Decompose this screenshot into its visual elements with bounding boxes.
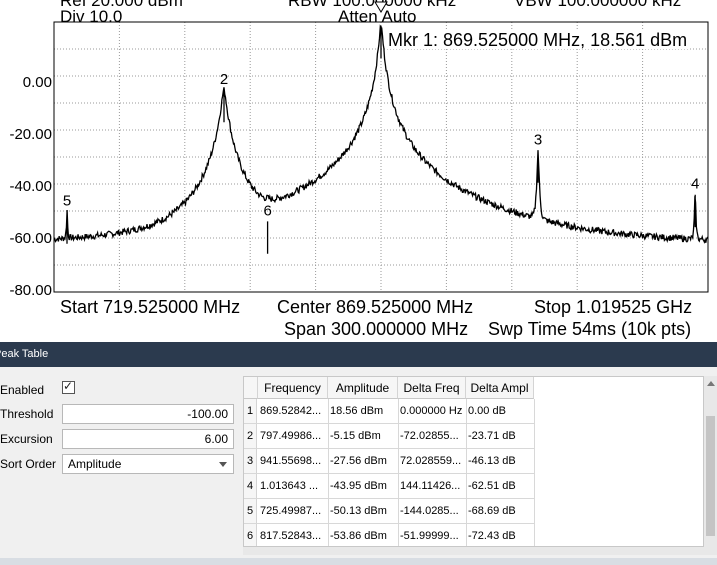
column-divider xyxy=(466,399,467,546)
table-row[interactable]: 2 797.49986... -5.15 dBm -72.02855... -23.71… xyxy=(244,424,534,449)
cell-delta-ampl: -46.13 dB xyxy=(468,455,516,467)
cell-delta-ampl: 0.00 dB xyxy=(468,405,506,417)
cell-delta-freq: -72.02855... xyxy=(400,430,459,442)
peak-marker-label: 6 xyxy=(263,202,271,219)
checkmark-icon: ✓ xyxy=(63,379,74,393)
cell-amplitude: -27.56 dBm xyxy=(330,455,387,467)
peak-marker-label: 3 xyxy=(534,131,542,148)
panel-title-text: Peak Table xyxy=(0,348,49,360)
cell-delta-freq: -51.99999... xyxy=(400,530,459,542)
enabled-checkbox[interactable]: ✓ xyxy=(62,379,75,394)
cell-delta-ampl: -23.71 dB xyxy=(468,430,516,442)
center-freq-label: Center 869.525000 MHz xyxy=(277,297,474,317)
start-freq-label: Start 719.525000 MHz xyxy=(60,297,241,317)
cell-amplitude: -50.13 dBm xyxy=(330,505,387,517)
row-number: 2 xyxy=(244,424,257,449)
y-tick-label: 0.00 xyxy=(22,74,52,91)
stop-freq-label: Stop 1.019525 GHz xyxy=(534,297,693,317)
table-row[interactable]: 5 725.49987... -50.13 dBm -144.0285... -68.6… xyxy=(244,499,534,524)
cell-delta-ampl: -72.43 dB xyxy=(468,530,516,542)
column-divider xyxy=(398,399,399,546)
table-row[interactable]: 6 817.52843... -53.86 dBm -51.99999... -72.4… xyxy=(244,524,534,546)
y-tick-label: -60.00 xyxy=(9,230,52,247)
window-footer xyxy=(0,558,717,565)
marker-1-icon xyxy=(374,1,388,13)
y-tick-label: -40.00 xyxy=(9,178,52,195)
cell-delta-freq: -144.0285... xyxy=(400,505,459,517)
column-divider xyxy=(328,399,329,546)
sort-order-label: Sort Order xyxy=(0,457,57,471)
sort-order-value: Amplitude xyxy=(68,457,122,471)
chevron-down-icon xyxy=(219,462,227,467)
row-number: 3 xyxy=(244,449,257,474)
enabled-label: Enabled xyxy=(0,383,45,397)
table-vertical-scrollbar[interactable] xyxy=(704,376,717,547)
cell-delta-freq: 0.000000 Hz xyxy=(400,405,463,417)
marker-readout: Mkr 1: 869.525000 MHz, 18.561 dBm xyxy=(386,30,690,50)
row-number: 4 xyxy=(244,474,257,499)
cell-frequency: 817.52843... xyxy=(260,530,322,542)
cell-frequency: 1.013643 ... xyxy=(260,480,319,492)
excursion-input[interactable]: 6.00 xyxy=(62,429,234,449)
peak-marker-label: 2 xyxy=(220,71,228,88)
table-row[interactable]: 3 941.55698... -27.56 dBm 72.028559... -46.1… xyxy=(244,449,534,474)
scroll-thumb[interactable] xyxy=(706,416,715,536)
cell-amplitude: -53.86 dBm xyxy=(330,530,387,542)
cell-frequency: 941.55698... xyxy=(260,455,322,467)
cell-delta-freq: 144.11426... xyxy=(400,480,461,492)
cell-delta-ampl: -62.51 dB xyxy=(468,480,516,492)
peak-table[interactable]: Frequency Amplitude Delta Freq Delta Amp… xyxy=(243,376,704,547)
table-corner xyxy=(244,377,258,399)
table-row[interactable]: 4 1.013643 ... -43.95 dBm 144.11426... -62.5… xyxy=(244,474,534,499)
column-header-delta-freq[interactable]: Delta Freq xyxy=(398,377,466,399)
sweep-time-label: Swp Time 54ms (10k pts) xyxy=(488,319,692,339)
y-tick-label: -80.00 xyxy=(9,282,52,299)
cell-delta-freq: 72.028559... xyxy=(400,455,462,467)
scroll-up-icon[interactable] xyxy=(707,381,715,386)
row-number: 6 xyxy=(244,524,257,546)
cell-frequency: 797.49986... xyxy=(260,430,322,442)
peak-marker-label: 4 xyxy=(691,176,699,193)
cell-delta-ampl: -68.69 dB xyxy=(468,505,516,517)
cell-frequency: 869.52842... xyxy=(260,405,322,417)
excursion-label: Excursion xyxy=(0,432,53,446)
cell-amplitude: 18.56 dBm xyxy=(330,405,384,417)
cell-amplitude: -43.95 dBm xyxy=(330,480,387,492)
sort-order-select[interactable]: Amplitude xyxy=(62,454,234,474)
spectrum-plot[interactable]: 2 3 4 5 6 xyxy=(0,0,717,342)
panel-title: Peak Table xyxy=(0,342,717,367)
span-label: Span 300.000000 MHz xyxy=(284,319,469,339)
row-number: 5 xyxy=(244,499,257,524)
column-header-delta-ampl[interactable]: Delta Ampl xyxy=(466,377,534,399)
column-header-amplitude[interactable]: Amplitude xyxy=(328,377,398,399)
column-divider xyxy=(534,399,535,546)
y-tick-label: -20.00 xyxy=(9,126,52,143)
spectrum-display[interactable]: Ref 20.000 dBm Div 10.0 RBW 100.000000 k… xyxy=(0,0,717,342)
peak-marker-label: 5 xyxy=(63,192,71,209)
cell-frequency: 725.49987... xyxy=(260,505,322,517)
table-row[interactable]: 1 869.52842... 18.56 dBm 0.000000 Hz 0.00 dB xyxy=(244,399,534,424)
threshold-label: Threshold xyxy=(0,407,54,421)
cell-amplitude: -5.15 dBm xyxy=(330,430,381,442)
threshold-input[interactable]: -100.00 xyxy=(62,404,234,424)
plot-grid xyxy=(53,21,709,293)
table-horizontal-scrollbar[interactable] xyxy=(243,547,717,555)
row-number: 1 xyxy=(244,399,257,424)
column-header-frequency[interactable]: Frequency xyxy=(258,377,328,399)
